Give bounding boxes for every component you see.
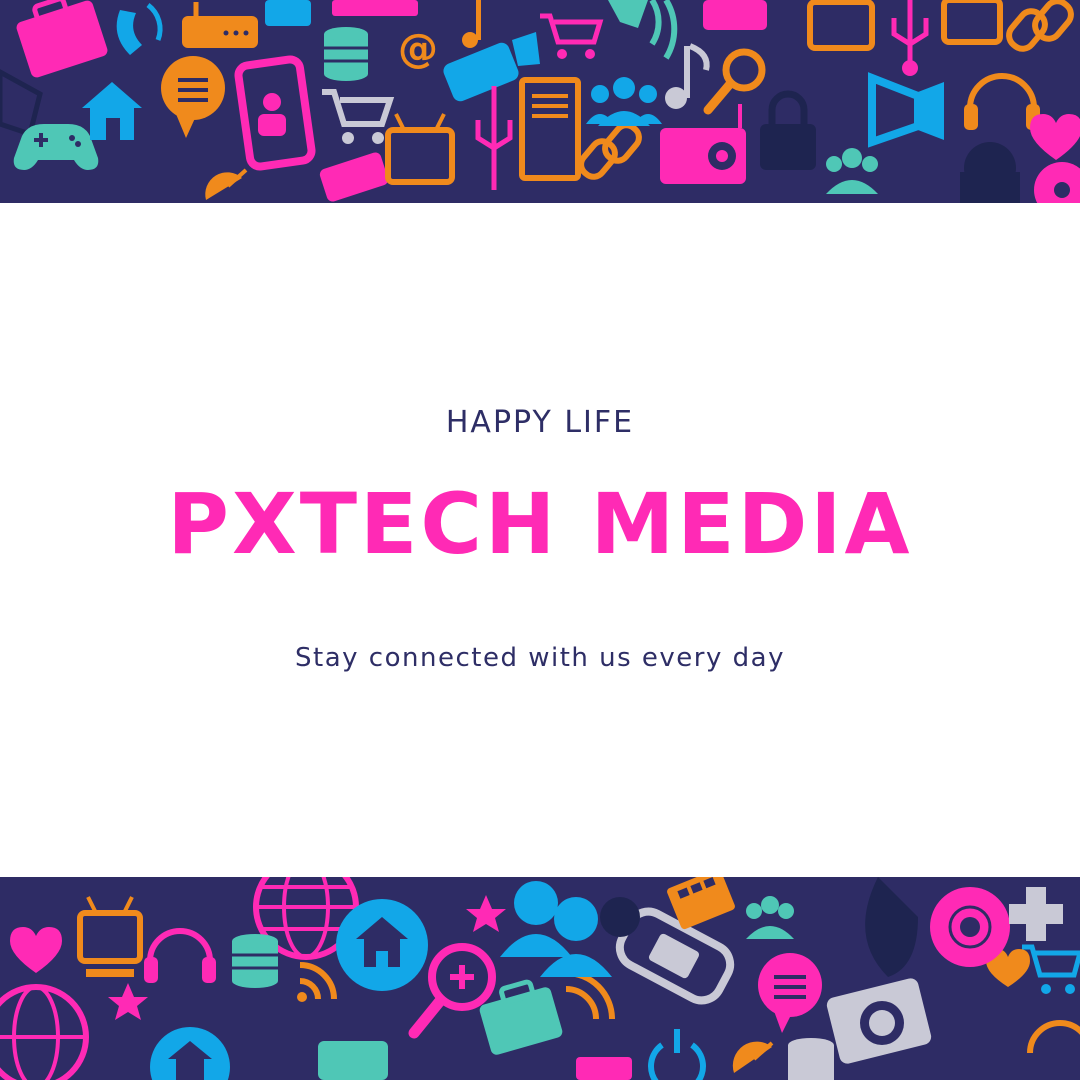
user-silhouette-body-icon (960, 172, 1020, 203)
database-icon (324, 27, 368, 81)
at-sign-icon: @ (398, 26, 438, 72)
calculator-icon (265, 0, 311, 26)
radio-icon (576, 1057, 632, 1080)
user-silhouette-icon (600, 897, 640, 937)
bottom-icon-pattern-band (0, 877, 1080, 1080)
hero-section: HAPPY LIFE PXTECH MEDIA Stay connected w… (0, 203, 1080, 877)
top-icon-pattern-band: @ (0, 0, 1080, 203)
laptop-icon (332, 0, 418, 16)
cd-icon (930, 887, 1010, 967)
brand-headline: PXTECH MEDIA (167, 475, 913, 573)
tagline-text: Stay connected with us every day (295, 643, 785, 673)
poster: @ HAPPY LIFE PXTECH MEDIA Stay connected… (0, 0, 1080, 1080)
kicker-text: HAPPY LIFE (445, 405, 635, 440)
